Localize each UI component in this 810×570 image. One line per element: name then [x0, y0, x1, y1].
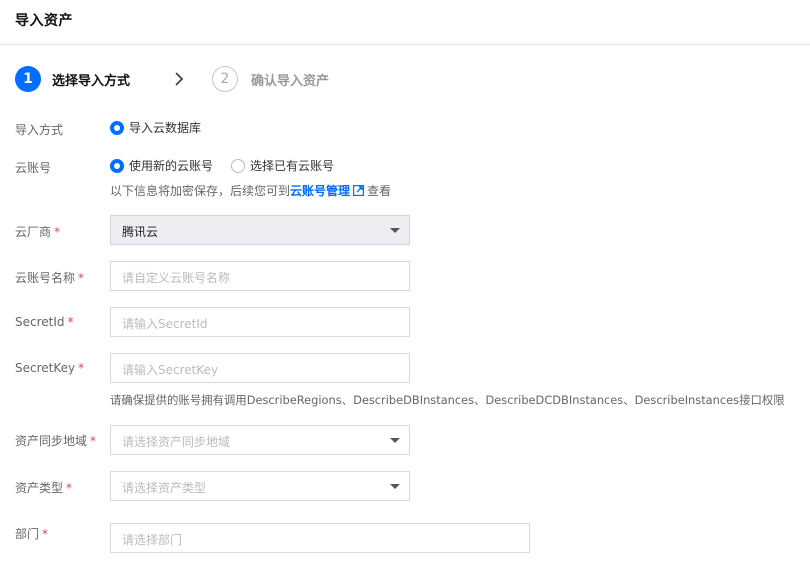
radio-new-cloud-account[interactable]: 使用新的云账号	[110, 157, 213, 173]
vendor-select[interactable]: 腾讯云	[110, 215, 410, 245]
step-2-label: 确认导入资产	[251, 74, 330, 89]
required-mark: *	[78, 271, 85, 285]
step-2-indicator: 2	[212, 66, 238, 92]
chevron-right-icon	[175, 72, 184, 86]
external-link-icon[interactable]	[353, 185, 365, 196]
account-name-input[interactable]: 请自定义云账号名称	[110, 261, 410, 291]
radio-existing-cloud-account[interactable]: 选择已有云账号	[231, 157, 334, 173]
secret-key-placeholder: 请输入SecretKey	[122, 363, 219, 377]
secret-key-label: SecretKey *	[15, 361, 85, 375]
step-1-label: 选择导入方式	[52, 74, 131, 89]
sync-region-label: 资产同步地域 *	[15, 434, 97, 448]
asset-type-placeholder: 请选择资产类型	[122, 481, 207, 495]
cloud-account-management-link[interactable]: 云账号管理	[290, 184, 350, 198]
caret-down-icon	[390, 484, 400, 489]
required-mark: *	[54, 225, 61, 239]
step-1-indicator: 1	[15, 66, 41, 92]
radio-checked-icon	[110, 159, 124, 173]
cloud-account-label: 云账号	[15, 161, 52, 175]
asset-type-select[interactable]: 请选择资产类型	[110, 471, 410, 501]
department-placeholder: 请选择部门	[122, 533, 183, 547]
required-mark: *	[90, 434, 97, 448]
secret-key-hint: 请确保提供的账号拥有调用DescribeRegions、DescribeDBIn…	[110, 393, 785, 407]
account-name-label: 云账号名称 *	[15, 271, 85, 285]
page-title: 导入资产	[15, 13, 73, 29]
radio-checked-icon	[110, 121, 124, 135]
required-mark: *	[78, 361, 85, 375]
page-header: 导入资产	[0, 0, 810, 45]
vendor-select-value: 腾讯云	[122, 225, 159, 239]
required-mark: *	[42, 527, 49, 541]
required-mark: *	[66, 481, 73, 495]
secret-key-input[interactable]: 请输入SecretKey	[110, 353, 410, 383]
import-method-label: 导入方式	[15, 123, 64, 137]
radio-unchecked-icon	[231, 159, 245, 173]
sync-region-select[interactable]: 请选择资产同步地域	[110, 425, 410, 455]
stepper: 1 选择导入方式 2 确认导入资产	[15, 66, 515, 92]
account-name-placeholder: 请自定义云账号名称	[122, 271, 231, 285]
secret-id-label: SecretId *	[15, 315, 74, 329]
secret-id-input[interactable]: 请输入SecretId	[110, 307, 410, 337]
asset-type-label: 资产类型 *	[15, 481, 73, 495]
department-select[interactable]: 请选择部门	[110, 523, 530, 553]
secret-id-placeholder: 请输入SecretId	[122, 317, 208, 331]
caret-down-icon	[390, 438, 400, 443]
import-method-radio-cloud-db[interactable]: 导入云数据库	[110, 119, 201, 135]
sync-region-placeholder: 请选择资产同步地域	[122, 435, 231, 449]
department-label: 部门 *	[15, 527, 49, 541]
cloud-account-hint: 以下信息将加密保存，后续您可到云账号管理 查看	[110, 184, 392, 198]
vendor-label: 云厂商 *	[15, 225, 61, 239]
required-mark: *	[67, 315, 74, 329]
caret-down-icon	[390, 228, 400, 233]
